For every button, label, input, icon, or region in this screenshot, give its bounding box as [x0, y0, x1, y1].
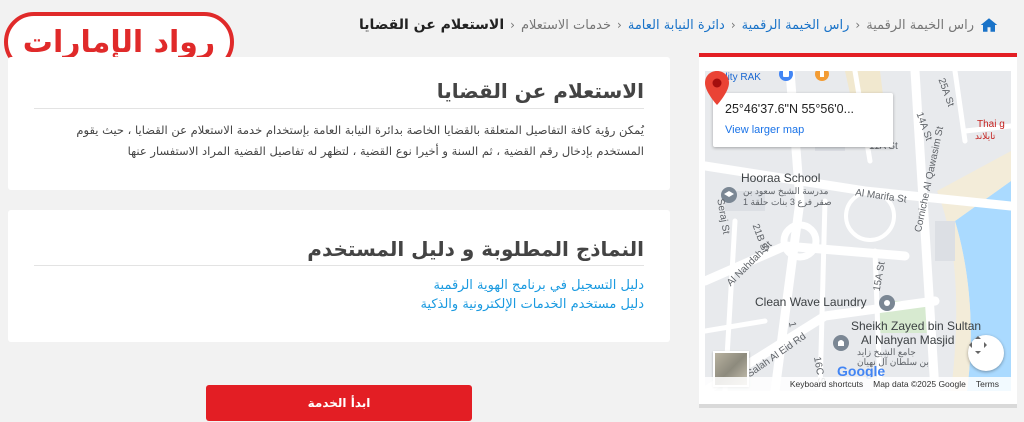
chevron-left-icon: ‹: [510, 18, 515, 32]
map-label-thai-ar: تايلاند: [975, 131, 996, 141]
map-label-laundry: Clean Wave Laundry: [755, 295, 867, 309]
divider: [34, 265, 644, 266]
move-arrows-icon: [969, 336, 987, 354]
divider: [34, 108, 644, 109]
breadcrumb-item-current: الاستعلام عن القضايا: [359, 17, 505, 33]
chevron-left-icon: ‹: [855, 18, 861, 32]
start-service-button[interactable]: ابدأ الخدمة: [206, 385, 472, 421]
map-bottom-bar: [699, 404, 1017, 408]
location-pin-icon[interactable]: [705, 71, 729, 105]
map-attribution: Keyboard shortcuts Map data ©2025 Google…: [705, 377, 1011, 391]
logo-text: رواد الإمارات: [22, 24, 216, 60]
digital-id-guide-link[interactable]: دليل التسجيل في برنامج الهوية الرقمية: [420, 276, 644, 295]
map-label-school: Hooraa School: [741, 171, 821, 185]
breadcrumb-item-digital-rak[interactable]: راس الخيمة الرقمية: [866, 18, 974, 33]
breadcrumb: راس الخيمة الرقمية ‹ راس الخيمة الرقمية …: [359, 17, 998, 33]
forms-guide-title: النماذج المطلوبة و دليل المستخدم: [307, 237, 644, 261]
coordinates-text: 25°46'37.6"N 55°56'0...: [725, 102, 855, 116]
home-icon[interactable]: [980, 17, 998, 33]
bus-icon[interactable]: [779, 71, 793, 81]
guide-links: دليل التسجيل في برنامج الهوية الرقمية دل…: [420, 276, 644, 314]
laundry-icon[interactable]: [879, 295, 895, 311]
map-label-mosque: Sheikh Zayed bin Sultan: [851, 319, 982, 333]
chevron-left-icon: ‹: [617, 18, 622, 32]
breadcrumb-item-public-prosecution[interactable]: دائرة النيابة العامة: [628, 18, 725, 33]
google-map[interactable]: eciality RAK 25A St 14A St 11A St Thai g…: [705, 71, 1011, 391]
breadcrumb-item-inquiry-services[interactable]: خدمات الاستعلام: [521, 18, 611, 33]
case-inquiry-title: الاستعلام عن القضايا: [436, 79, 644, 103]
forms-guide-card: النماذج المطلوبة و دليل المستخدم دليل ال…: [8, 210, 670, 342]
terms-link[interactable]: Terms: [976, 379, 999, 389]
map-panel: eciality RAK 25A St 14A St 11A St Thai g…: [699, 53, 1017, 408]
map-data-text: Map data ©2025 Google: [873, 379, 966, 389]
map-label-school-ar: مدرسة الشيخ سعود بن: [743, 186, 829, 196]
case-inquiry-card: الاستعلام عن القضايا يُمكن رؤية كافة الت…: [8, 57, 670, 190]
map-label-mosque: Al Nahyan Masjid: [861, 333, 955, 347]
case-inquiry-description: يُمكن رؤية كافة التفاصيل المتعلقة بالقضا…: [76, 123, 644, 158]
eservices-guide-link[interactable]: دليل مستخدم الخدمات الإلكترونية والذكية: [420, 295, 644, 314]
breadcrumb-item-rak-digital[interactable]: راس الخيمة الرقمية: [742, 18, 850, 33]
map-info-box: 25°46'37.6"N 55°56'0... View larger map: [713, 93, 893, 147]
restaurant-icon[interactable]: [815, 71, 829, 81]
chevron-left-icon: ‹: [730, 18, 736, 32]
keyboard-shortcuts-link[interactable]: Keyboard shortcuts: [790, 379, 863, 389]
map-label-thai: Thai g: [977, 119, 1005, 130]
mosque-icon[interactable]: [833, 335, 849, 351]
view-larger-map-link[interactable]: View larger map: [725, 124, 804, 136]
map-label-school-ar: صقر فرع 3 بنات حلقة 1: [743, 197, 832, 207]
map-camera-control[interactable]: [968, 335, 1004, 371]
